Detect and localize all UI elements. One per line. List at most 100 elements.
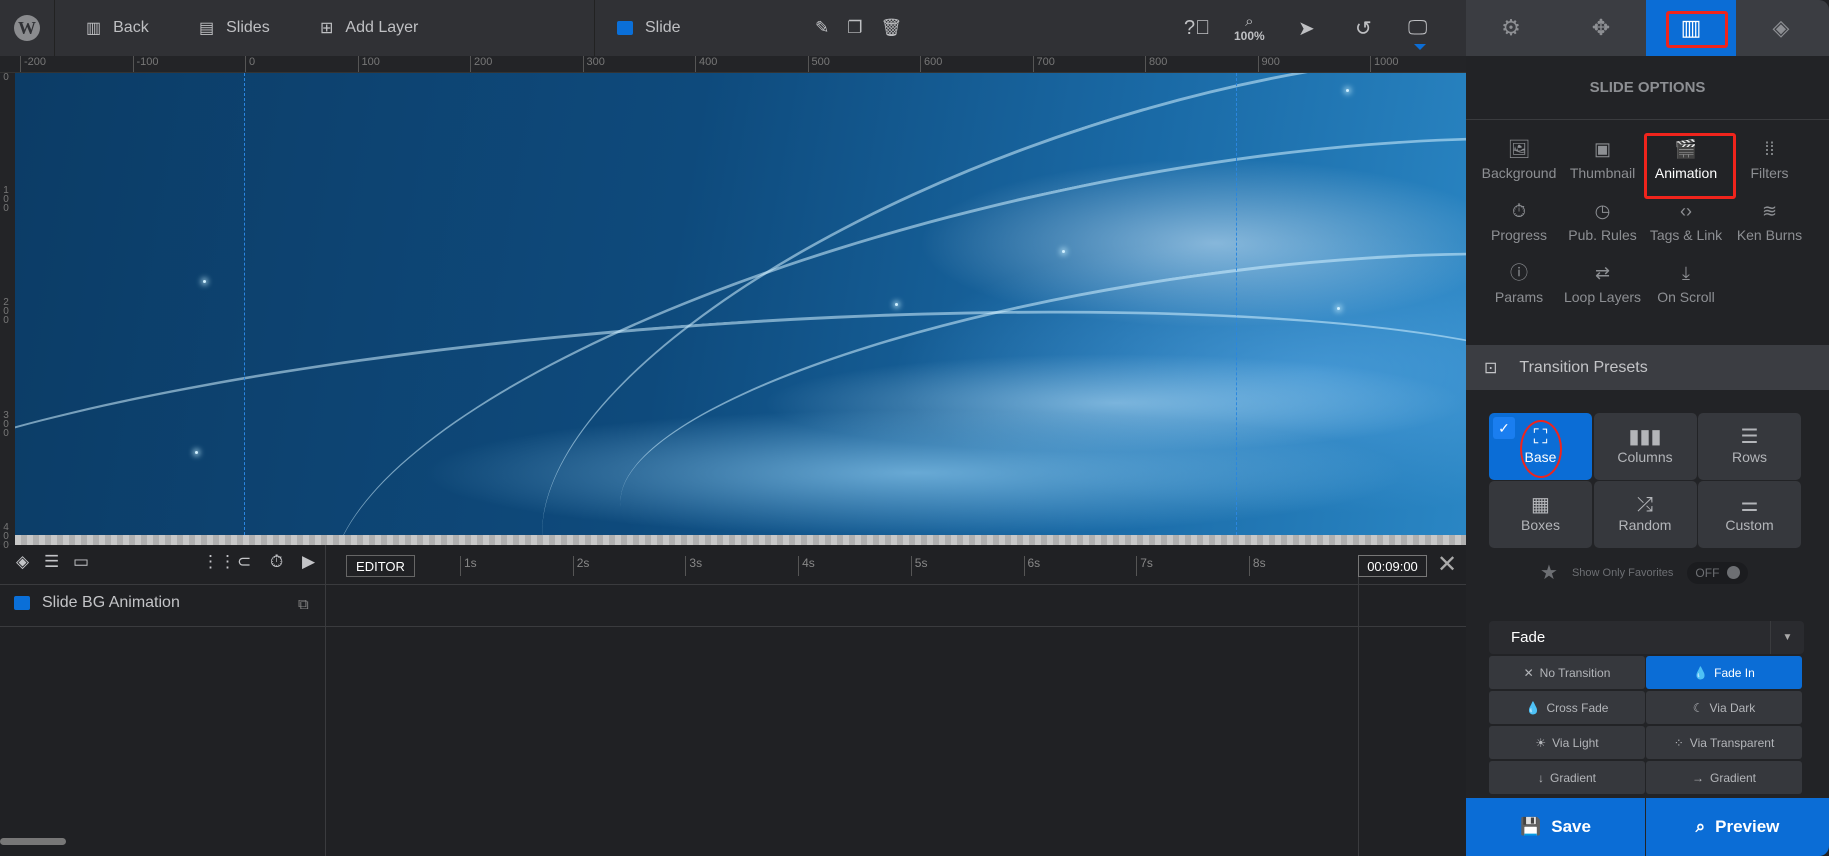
add-layer-button[interactable]: ⊞ Add Layer bbox=[320, 0, 418, 56]
transition-no-transition[interactable]: ✕ No Transition bbox=[1489, 656, 1645, 689]
edit-icon[interactable]: ✎ bbox=[815, 18, 829, 38]
transition-via-dark[interactable]: ☾ Via Dark bbox=[1646, 691, 1802, 724]
option-label: Background bbox=[1481, 165, 1557, 181]
presets-title: Transition Presets bbox=[1519, 358, 1648, 376]
option-progress[interactable]: ⏱ Progress bbox=[1477, 199, 1561, 243]
transition-via-transparent[interactable]: ⁘ Via Transparent bbox=[1646, 726, 1802, 759]
help-button[interactable]: ?⃝ bbox=[1184, 0, 1210, 56]
preset-label: Rows bbox=[1731, 449, 1767, 465]
editor-button[interactable]: EDITOR bbox=[346, 555, 415, 577]
highlight-box bbox=[1666, 11, 1728, 48]
horizontal-scrollbar[interactable] bbox=[0, 838, 66, 845]
slide-selector[interactable]: Slide bbox=[617, 0, 681, 56]
delete-icon[interactable]: 🗑 bbox=[881, 18, 903, 38]
pub-rules-icon: ◷ bbox=[1594, 201, 1611, 221]
duration-input[interactable]: 00:09:00 bbox=[1358, 555, 1427, 577]
ruler-label: 0 bbox=[3, 72, 9, 83]
time-marker: 7s bbox=[1136, 556, 1153, 576]
preset-random[interactable]: ⤮ Random bbox=[1593, 481, 1697, 548]
time-marker: 2s bbox=[572, 556, 589, 576]
option-tags-link[interactable]: ‹› Tags & Link bbox=[1644, 199, 1728, 243]
save-button[interactable]: 💾 Save bbox=[1466, 798, 1645, 856]
search-icon: ⌕ bbox=[1245, 13, 1254, 30]
tab-navigation[interactable]: ✥ bbox=[1556, 0, 1646, 56]
transition-label: Via Transparent bbox=[1689, 735, 1775, 750]
option-filters[interactable]: ⁞⁞ Filters bbox=[1728, 137, 1812, 181]
option-loop-layers[interactable]: ⇄ Loop Layers bbox=[1561, 261, 1645, 305]
option-params[interactable]: ⓘ Params bbox=[1477, 261, 1561, 305]
option-background[interactable]: 🖼 Background bbox=[1477, 137, 1561, 181]
transition-icon: ☾ bbox=[1692, 700, 1704, 715]
ruler-label: 100 bbox=[3, 184, 9, 214]
preset-label: Boxes bbox=[1521, 517, 1560, 533]
transition-label: No Transition bbox=[1539, 665, 1611, 680]
gear-icon: ⚙ bbox=[1501, 15, 1521, 40]
on-scroll-icon: ⤓ bbox=[1682, 263, 1690, 283]
zoom-button[interactable]: ⌕ 100% bbox=[1234, 14, 1265, 43]
timeline-end-marker bbox=[1358, 577, 1359, 856]
layers-icon[interactable]: ◈ bbox=[16, 552, 29, 572]
option-on-scroll[interactable]: ⤓ On Scroll bbox=[1644, 261, 1728, 305]
slides-button[interactable]: ▤ Slides bbox=[199, 0, 270, 56]
option-pub-rules[interactable]: ◷ Pub. Rules bbox=[1561, 199, 1645, 243]
tab-settings[interactable]: ⚙ bbox=[1466, 0, 1556, 56]
layer-label: Slide BG Animation bbox=[42, 594, 180, 611]
cursor-icon: ➤ bbox=[1298, 17, 1315, 40]
wordpress-logo-button[interactable]: W bbox=[0, 0, 55, 56]
undo-icon: ↺ bbox=[1355, 17, 1372, 40]
background-icon: 🖼 bbox=[1507, 139, 1531, 159]
ruler-label: 300 bbox=[582, 56, 605, 72]
thumbnail-icon: ▣ bbox=[1593, 139, 1611, 159]
close-timeline-icon[interactable]: ✕ bbox=[1437, 550, 1457, 579]
grid-snap-icon[interactable]: ⋮⋮ bbox=[202, 552, 236, 572]
select-tool-button[interactable]: ➤ bbox=[1298, 0, 1315, 56]
divider bbox=[0, 584, 1466, 585]
ruler-label: 900 bbox=[1257, 56, 1280, 72]
preset-custom[interactable]: ⚌ Custom bbox=[1698, 481, 1801, 548]
transition-icon: ↓ bbox=[1537, 770, 1544, 785]
favorites-label: Show Only Favorites bbox=[1571, 566, 1674, 579]
stopwatch-icon[interactable]: ⏱ bbox=[270, 552, 283, 572]
preset-label: Custom bbox=[1725, 517, 1774, 533]
play-icon[interactable]: ▶ bbox=[302, 552, 315, 572]
vertical-ruler: 0 100 200 300 400 bbox=[0, 72, 15, 551]
option-ken-burns[interactable]: ≋ Ken Burns bbox=[1728, 199, 1812, 243]
transition-fade-in[interactable]: 💧 Fade In bbox=[1646, 656, 1802, 689]
tags-link-icon: ‹› bbox=[1680, 201, 1692, 221]
option-thumbnail[interactable]: ▣ Thumbnail bbox=[1561, 137, 1645, 181]
transition-group-select[interactable]: Fade ▼ bbox=[1489, 621, 1804, 654]
layer-row-slide-bg[interactable]: Slide BG Animation bbox=[14, 594, 180, 612]
slide-canvas[interactable] bbox=[15, 73, 1466, 535]
preset-boxes[interactable]: ▦ Boxes bbox=[1489, 481, 1592, 548]
favorites-toggle[interactable]: OFF bbox=[1687, 561, 1749, 584]
tab-layers[interactable]: ◈ bbox=[1736, 0, 1826, 56]
back-button[interactable]: ▥ Back bbox=[86, 0, 149, 56]
save-icon: 💾 bbox=[1520, 817, 1542, 836]
list-icon[interactable]: ☰ bbox=[44, 552, 59, 572]
ruler-label: 100 bbox=[357, 56, 380, 72]
ruler-label: 700 bbox=[1032, 56, 1055, 72]
option-label: Loop Layers bbox=[1563, 289, 1642, 305]
undo-button[interactable]: ↺ bbox=[1355, 0, 1372, 56]
preset-rows[interactable]: ☰ Rows bbox=[1698, 413, 1801, 480]
transition-via-light[interactable]: ☀ Via Light bbox=[1489, 726, 1645, 759]
duplicate-icon[interactable]: ❐ bbox=[847, 18, 862, 38]
transition-gradient[interactable]: ↓ Gradient bbox=[1489, 761, 1645, 794]
magnet-icon[interactable]: ⊂ bbox=[237, 552, 251, 572]
highlight-box bbox=[1644, 133, 1736, 199]
save-label: Save bbox=[1551, 817, 1591, 836]
transition-gradient[interactable]: → Gradient bbox=[1646, 761, 1802, 794]
device-dropdown-caret bbox=[1414, 44, 1426, 56]
help-icon: ?⃝ bbox=[1184, 16, 1211, 39]
preview-button[interactable]: ⌕ Preview bbox=[1646, 798, 1829, 856]
transition-cross-fade[interactable]: 💧 Cross Fade bbox=[1489, 691, 1645, 724]
search-icon: ⌕ bbox=[1695, 817, 1706, 836]
preset-columns[interactable]: ▮▮▮ Columns bbox=[1593, 413, 1697, 480]
folder-icon[interactable]: ▭ bbox=[73, 552, 89, 572]
chevron-down-icon: ▼ bbox=[1770, 621, 1804, 654]
star-icon[interactable]: ★ bbox=[1540, 560, 1558, 585]
guide-right bbox=[1236, 73, 1237, 535]
layers-icon: ◈ bbox=[1772, 15, 1790, 40]
gallery-icon[interactable]: ⧉ bbox=[298, 596, 309, 613]
ruler-label: 400 bbox=[3, 522, 9, 551]
